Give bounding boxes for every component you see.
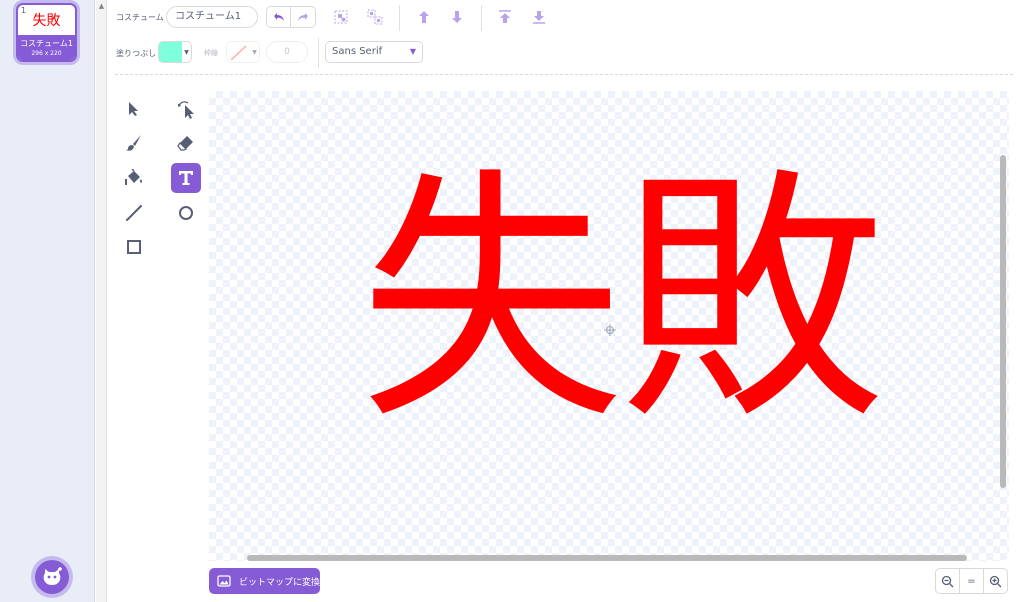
- zoom-out-button[interactable]: [936, 569, 959, 593]
- zoom-controls: =: [935, 568, 1008, 594]
- ungroup-button[interactable]: [364, 6, 386, 28]
- caret-down-icon: ▼: [409, 47, 416, 56]
- canvas-vertical-scrollbar[interactable]: [1000, 155, 1006, 488]
- sidebar-scrollbar[interactable]: ▲: [96, 0, 107, 602]
- arrow-pointer-icon: [129, 102, 138, 116]
- image-icon: [217, 575, 231, 587]
- zoom-reset-button[interactable]: =: [959, 569, 983, 593]
- zoom-in-icon: [989, 575, 1002, 587]
- arrow-up-icon: [419, 11, 429, 23]
- costume-thumbnail: 失敗: [32, 13, 61, 29]
- cat-icon: [43, 567, 62, 585]
- line-tool[interactable]: [119, 198, 149, 228]
- redo-button[interactable]: [291, 7, 315, 27]
- costume-name-input[interactable]: コスチューム1: [166, 6, 258, 28]
- costume-caption: コスチューム1 296 x 220: [18, 35, 75, 60]
- rectangle-icon: [127, 240, 141, 254]
- no-outline-swatch: [227, 42, 250, 62]
- toolbar-separator: [115, 74, 1013, 75]
- circle-icon: [179, 206, 193, 220]
- crosshair-icon: [604, 324, 616, 336]
- fill-color-picker[interactable]: ▼: [158, 41, 192, 63]
- toolbar-divider: [481, 5, 482, 31]
- text-tool[interactable]: [171, 163, 201, 193]
- ungroup-icon: [367, 9, 383, 25]
- canvas-text[interactable]: 失敗: [359, 161, 885, 441]
- zoom-out-icon: [941, 575, 954, 587]
- eraser-icon: [177, 136, 193, 151]
- line-icon: [126, 205, 142, 221]
- paint-editor: 1 失敗 コスチューム1 296 x 220 ▲ コスチューム コスチューム1: [0, 0, 1024, 602]
- costume-name-label: コスチューム: [116, 13, 164, 22]
- rectangle-tool[interactable]: [119, 232, 149, 262]
- undo-button[interactable]: [267, 7, 291, 27]
- fill-color-swatch: [159, 42, 182, 62]
- reshape-tool[interactable]: [171, 94, 201, 124]
- costume-list: 1 失敗 コスチューム1 296 x 220: [0, 0, 95, 602]
- toolbar-divider: [318, 38, 319, 68]
- caret-down-icon: ▼: [252, 48, 257, 56]
- canvas-horizontal-scrollbar[interactable]: [247, 555, 967, 561]
- costume-size: 296 x 220: [31, 50, 62, 57]
- costume-tile-selected[interactable]: 1 失敗 コスチューム1 296 x 220: [16, 3, 77, 62]
- convert-to-bitmap-label: ビットマップに変換: [239, 577, 321, 588]
- undo-icon: [273, 13, 284, 21]
- redo-icon: [298, 13, 308, 21]
- forward-button[interactable]: [413, 6, 435, 28]
- scroll-up-arrow-icon[interactable]: ▲: [97, 2, 106, 11]
- eraser-tool[interactable]: [171, 128, 201, 158]
- zoom-in-button[interactable]: [983, 569, 1007, 593]
- reshape-pointer-icon: [178, 101, 194, 119]
- fill-tool[interactable]: [119, 163, 149, 193]
- group-icon: [334, 10, 348, 24]
- font-dropdown[interactable]: Sans Serif ▼: [325, 41, 423, 63]
- add-costume-button[interactable]: [35, 560, 69, 594]
- costume-name: コスチューム1: [20, 39, 73, 48]
- back-button[interactable]: [528, 6, 550, 28]
- outline-label: 枠線: [204, 49, 218, 57]
- front-button[interactable]: [494, 6, 516, 28]
- select-tool[interactable]: [119, 94, 149, 124]
- paint-bucket-icon: [125, 169, 142, 185]
- group-button[interactable]: [330, 6, 352, 28]
- font-dropdown-value: Sans Serif: [332, 46, 383, 57]
- fill-label: 塗りつぶし: [116, 49, 157, 58]
- arrow-bottom-icon: [533, 11, 545, 24]
- zoom-reset-label: =: [967, 575, 976, 587]
- circle-tool[interactable]: [171, 198, 201, 228]
- toolbar-divider: [399, 5, 400, 31]
- drawing-canvas[interactable]: 失敗: [209, 91, 1009, 561]
- arrow-down-icon: [452, 11, 462, 23]
- outline-width-input[interactable]: 0: [266, 41, 308, 63]
- undo-redo-group: [266, 6, 316, 28]
- brush-icon: [126, 135, 141, 151]
- backward-button[interactable]: [446, 6, 468, 28]
- brush-tool[interactable]: [119, 128, 149, 158]
- text-t-icon: [179, 171, 193, 185]
- outline-color-picker[interactable]: ▼: [226, 41, 260, 63]
- arrow-top-icon: [499, 10, 511, 23]
- slash-icon: [230, 45, 247, 61]
- convert-to-bitmap-button[interactable]: ビットマップに変換: [209, 568, 320, 594]
- caret-down-icon: ▼: [184, 48, 189, 56]
